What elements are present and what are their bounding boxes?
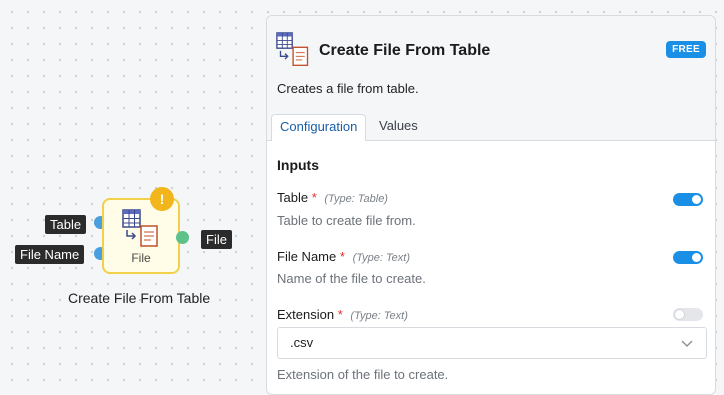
input-port-label-file-name: File Name: [15, 245, 85, 264]
field-type: (Type: Text): [352, 252, 411, 264]
field-name: File Name: [277, 249, 337, 264]
field-label-extension: Extension * (Type: Text): [277, 307, 408, 322]
panel-title: Create File From Table: [319, 42, 491, 59]
required-marker: *: [339, 249, 345, 264]
tab-configuration[interactable]: Configuration: [271, 114, 367, 141]
panel-header: Create File From Table FREE Creates a fi…: [267, 16, 715, 141]
field-label-table: Table * (Type: Table): [277, 190, 388, 205]
table-to-file-icon: [122, 209, 158, 247]
create-file-from-table-node[interactable]: File: [102, 198, 180, 274]
field-help-extension: Extension of the file to create.: [277, 367, 449, 382]
extension-value: .csv: [290, 335, 314, 350]
field-type: (Type: Table): [324, 193, 388, 205]
node-caption: Create File From Table: [68, 290, 211, 306]
node-label: File: [131, 251, 151, 265]
field-help-table: Table to create file from.: [277, 213, 416, 228]
field-name: Table: [277, 190, 309, 205]
field-name: Extension: [277, 307, 335, 322]
field-label-file-name: File Name * (Type: Text): [277, 249, 410, 264]
tab-values[interactable]: Values: [371, 114, 426, 140]
required-marker: *: [311, 190, 317, 205]
toggle-table[interactable]: [673, 193, 703, 206]
field-help-file-name: Name of the file to create.: [277, 271, 426, 286]
node-config-panel: Create File From Table FREE Creates a fi…: [266, 15, 716, 395]
toggle-file-name[interactable]: [673, 251, 703, 264]
free-badge: FREE: [666, 41, 706, 58]
output-port-file[interactable]: [176, 231, 189, 244]
output-port-label-file: File: [201, 230, 232, 249]
warning-icon[interactable]: !: [150, 187, 174, 211]
extension-select[interactable]: .csv: [277, 327, 707, 359]
toggle-extension[interactable]: [673, 308, 703, 321]
input-port-label-table: Table: [45, 215, 87, 234]
section-title-inputs: Inputs: [277, 157, 319, 173]
table-to-file-icon: [276, 32, 309, 66]
field-type: (Type: Text): [350, 310, 408, 322]
chevron-down-icon: [681, 340, 693, 347]
panel-description: Creates a file from table.: [277, 81, 419, 96]
required-marker: *: [337, 307, 343, 322]
